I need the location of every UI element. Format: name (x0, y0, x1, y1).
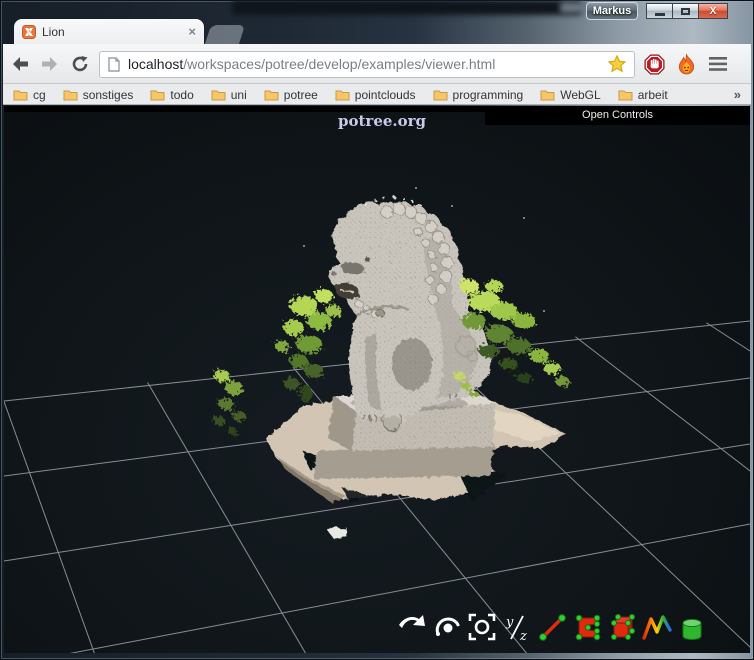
measure-area-tool[interactable] (572, 612, 602, 642)
bookmarks-overflow-chevron[interactable]: » (734, 87, 741, 102)
potree-toolbar: y z (397, 612, 707, 642)
folder-icon (433, 89, 448, 101)
bookmarks-bar: cg sonstiges todo uni potree pointclouds… (3, 84, 751, 105)
adblock-extension-button[interactable] (641, 51, 667, 77)
back-arrow-icon (11, 56, 29, 72)
bookmark-label: sonstiges (83, 88, 134, 102)
background-window-blur (232, 0, 582, 15)
address-bar[interactable]: localhost/workspaces/potree/develop/exam… (99, 51, 635, 78)
bookmark-folder-sonstiges[interactable]: sonstiges (63, 88, 134, 102)
profile-button[interactable]: Markus (586, 2, 638, 20)
bush-left (275, 289, 342, 403)
back-button[interactable] (7, 51, 33, 77)
bookmark-label: todo (170, 88, 193, 102)
url-path: /workspaces/potree/develop/examples/view… (183, 56, 495, 72)
url-host: localhost (128, 56, 183, 72)
measure-volume-tool[interactable] (607, 612, 637, 642)
browser-toolbar: localhost/workspaces/potree/develop/exam… (3, 44, 751, 84)
forward-button[interactable] (37, 51, 63, 77)
measure-distance-tool[interactable] (537, 612, 567, 642)
height-profile-tool[interactable] (642, 612, 672, 642)
bookmark-star-icon[interactable] (608, 55, 626, 73)
folder-icon (13, 89, 28, 101)
bookmark-label: WebGL (560, 88, 600, 102)
adblock-stop-hand-icon (644, 54, 665, 75)
toggle-up-axis-tool[interactable]: y z (502, 612, 532, 642)
bookmark-folder-programming[interactable]: programming (433, 88, 524, 102)
folder-icon (63, 89, 78, 101)
flame-icon (677, 54, 696, 75)
folder-icon (150, 89, 165, 101)
bookmark-folder-pointclouds[interactable]: pointclouds (335, 88, 416, 102)
bookmark-label: cg (33, 88, 46, 102)
reload-icon (71, 55, 89, 73)
tab-close-icon[interactable]: × (188, 25, 196, 38)
bookmark-label: uni (231, 88, 247, 102)
folder-icon (335, 89, 350, 101)
bookmark-folder-webgl[interactable]: WebGL (540, 88, 600, 102)
folder-icon (211, 89, 226, 101)
bookmark-folder-cg[interactable]: cg (13, 88, 46, 102)
bookmark-label: potree (284, 88, 318, 102)
reload-button[interactable] (67, 51, 93, 77)
viewer-canvas[interactable] (4, 106, 750, 653)
folder-icon (540, 89, 555, 101)
bush-left-small (213, 370, 246, 435)
maximize-icon (681, 8, 690, 15)
maximize-button[interactable] (672, 3, 699, 19)
clip-volume-tool[interactable] (677, 612, 707, 642)
axis-y-label: y (505, 615, 514, 630)
zoom-to-extent-tool[interactable] (467, 612, 497, 642)
minimize-button[interactable] (646, 3, 673, 19)
eye-orbit-tool[interactable] (432, 612, 462, 642)
bookmark-folder-potree[interactable]: potree (264, 88, 318, 102)
browser-window: Markus X Lion × (0, 0, 754, 660)
bookmark-folder-uni[interactable]: uni (211, 88, 247, 102)
orbit-arrow-tool[interactable] (397, 612, 427, 642)
folder-icon (264, 89, 279, 101)
tab-title: Lion (42, 25, 188, 39)
url-text[interactable]: localhost/workspaces/potree/develop/exam… (128, 56, 608, 72)
open-controls-button[interactable]: Open Controls (485, 106, 750, 125)
minimize-icon (655, 13, 665, 16)
close-button[interactable]: X (698, 3, 728, 19)
new-tab-button[interactable] (205, 25, 245, 44)
axis-z-label: z (519, 629, 527, 642)
page-viewport: Open Controls potree.org y (4, 106, 750, 653)
bookmark-label: arbeit (638, 88, 668, 102)
bookmark-folder-arbeit[interactable]: arbeit (618, 88, 668, 102)
hamburger-menu-icon (709, 57, 727, 71)
bookmark-folder-todo[interactable]: todo (150, 88, 193, 102)
bookmark-label: programming (453, 88, 524, 102)
tab-lion[interactable]: Lion × (14, 19, 204, 44)
forward-arrow-icon (41, 56, 59, 72)
folder-icon (618, 89, 633, 101)
white-point-blob (327, 526, 347, 539)
page-icon (108, 57, 120, 72)
menu-button[interactable] (705, 51, 731, 77)
flame-extension-button[interactable] (673, 51, 699, 77)
potree-org-link[interactable]: potree.org (338, 112, 426, 130)
bookmark-label: pointclouds (355, 88, 416, 102)
xampp-favicon-icon (22, 25, 36, 39)
